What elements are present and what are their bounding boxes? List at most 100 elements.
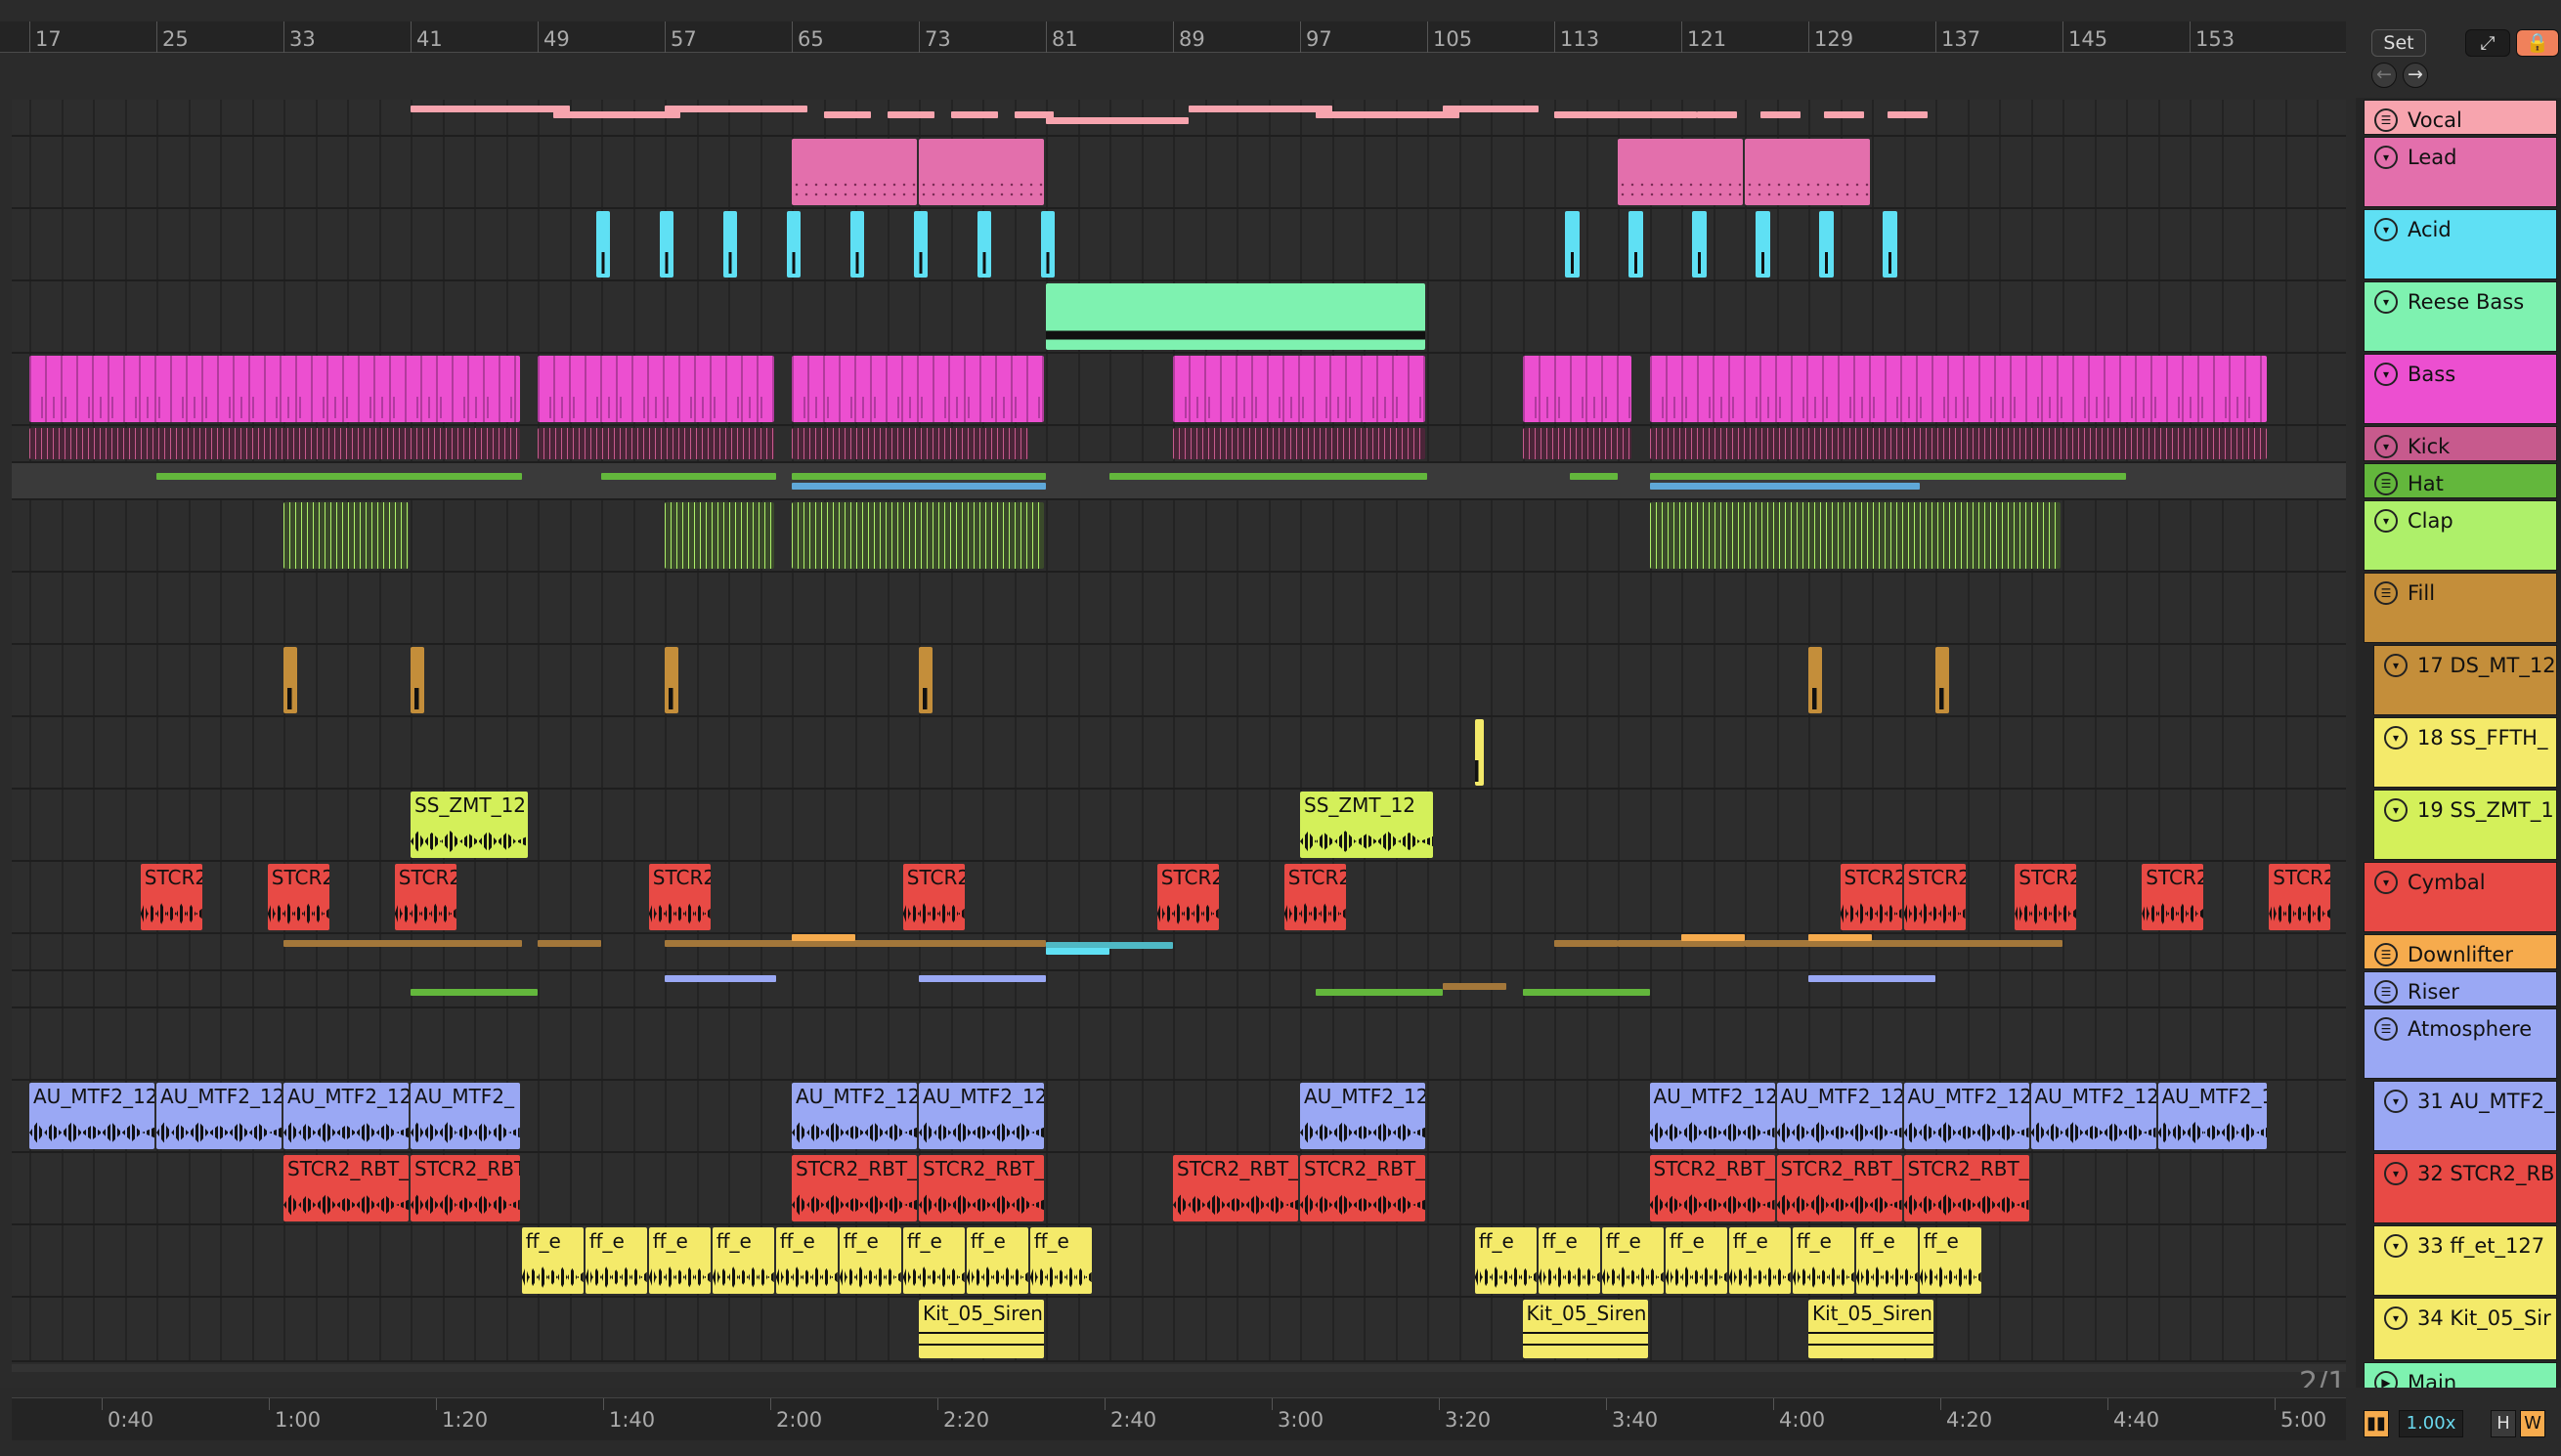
clip[interactable]: Kit_05_Siren: [1808, 1300, 1933, 1358]
clip[interactable]: [919, 647, 933, 713]
automation-clip[interactable]: [1109, 473, 1427, 480]
automation-clip[interactable]: [601, 473, 776, 480]
clip[interactable]: ff_e: [1665, 1227, 1727, 1294]
clip[interactable]: STCR2_RBT_: [1776, 1155, 1902, 1221]
group-icon[interactable]: ☰: [2374, 472, 2398, 495]
clip[interactable]: STCR2: [140, 864, 202, 930]
track-lane[interactable]: [12, 971, 2346, 1008]
clip[interactable]: ff_e: [648, 1227, 711, 1294]
clip[interactable]: [1041, 211, 1056, 278]
track-header[interactable]: ☰ Downlifter: [2364, 934, 2557, 969]
group-icon[interactable]: ☰: [2374, 980, 2398, 1004]
automation-clip[interactable]: [1649, 483, 1920, 490]
forward-arrow-icon[interactable]: →: [2403, 63, 2428, 88]
automation-clip[interactable]: [1554, 940, 1618, 947]
fold-icon[interactable]: ▾: [2384, 798, 2408, 822]
clip[interactable]: [596, 211, 611, 278]
clip[interactable]: AU_MTF2_: [411, 1083, 520, 1149]
clip[interactable]: STCR2: [2269, 864, 2331, 930]
track-header[interactable]: ▾ 17 DS_MT_12: [2373, 645, 2557, 715]
clip[interactable]: ff_e: [1792, 1227, 1854, 1294]
clip[interactable]: [723, 211, 738, 278]
clip[interactable]: STCR2: [1840, 864, 1902, 930]
clip[interactable]: ff_e: [712, 1227, 774, 1294]
track-header[interactable]: ▾ Acid: [2364, 209, 2557, 279]
clip[interactable]: [1628, 211, 1643, 278]
clip[interactable]: ff_e: [521, 1227, 584, 1294]
automation-clip[interactable]: [553, 111, 681, 118]
w-button[interactable]: W: [2520, 1410, 2545, 1437]
track-lane[interactable]: [12, 209, 2346, 281]
fold-icon[interactable]: ▾: [2384, 1306, 2408, 1330]
clip[interactable]: STCR2_RBT_: [283, 1155, 409, 1221]
clip[interactable]: AU_MTF2_12: [2157, 1083, 2268, 1149]
clip[interactable]: STCR2_RBT_: [1173, 1155, 1298, 1221]
group-icon[interactable]: ☰: [2374, 1017, 2398, 1041]
automation-clip[interactable]: [1554, 111, 1698, 118]
clip[interactable]: [919, 139, 1044, 205]
clip[interactable]: AU_MTF2_12: [792, 1083, 917, 1149]
clip[interactable]: [1474, 719, 1485, 786]
automation-clip[interactable]: [1443, 106, 1539, 112]
clip[interactable]: ff_e: [1728, 1227, 1791, 1294]
time-ruler[interactable]: 0:40 1:00 1:20 1:40 2:00 2:20 2:40 3:00 3:20 3:40…: [12, 1397, 2346, 1440]
clip[interactable]: [977, 211, 992, 278]
track-lane[interactable]: [12, 137, 2346, 209]
clip[interactable]: STCR2: [1903, 864, 1966, 930]
clip[interactable]: [1173, 356, 1425, 422]
track-header[interactable]: ▾ Reese Bass: [2364, 281, 2557, 352]
clip[interactable]: [1522, 356, 1632, 422]
automation-clip[interactable]: [665, 106, 808, 112]
clip[interactable]: [1173, 428, 1425, 459]
lock-icon[interactable]: 🔒: [2516, 29, 2559, 57]
track-lane[interactable]: [12, 790, 2346, 862]
clip[interactable]: [665, 502, 774, 569]
automation-clip[interactable]: [1618, 940, 1745, 947]
clip[interactable]: [1565, 211, 1580, 278]
track-header[interactable]: ☰ Atmosphere: [2364, 1008, 2557, 1079]
automation-clip[interactable]: [1808, 934, 1872, 941]
clip[interactable]: STCR2: [902, 864, 965, 930]
automation-clip[interactable]: [919, 975, 1046, 982]
automation-clip[interactable]: [1046, 948, 1109, 955]
fold-icon[interactable]: ▾: [2384, 1162, 2408, 1185]
track-header[interactable]: ☰ Riser: [2364, 971, 2557, 1006]
clip[interactable]: [1649, 428, 2268, 459]
clip[interactable]: [1649, 356, 2268, 422]
automation-clip[interactable]: [1681, 934, 1745, 941]
automation-clip[interactable]: [156, 473, 522, 480]
clip[interactable]: [914, 211, 929, 278]
clip[interactable]: STCR2_RBT_: [411, 1155, 520, 1221]
track-header[interactable]: ☰ Hat: [2364, 463, 2557, 498]
track-lane[interactable]: [12, 717, 2346, 790]
clip[interactable]: SS_ZMT_12: [1300, 792, 1434, 858]
clip[interactable]: ff_e: [775, 1227, 838, 1294]
track-lane[interactable]: [12, 1008, 2346, 1081]
clip[interactable]: STCR2: [2015, 864, 2077, 930]
group-icon[interactable]: ☰: [2374, 108, 2398, 132]
track-header[interactable]: ▾ Lead: [2364, 137, 2557, 207]
arrangement-lanes[interactable]: SS_ZMT_12 SS_ZMT_12 STCR2 STCR2 STCR2 STCR2 ST…: [12, 100, 2346, 1397]
clip[interactable]: [283, 502, 409, 569]
clip[interactable]: [29, 428, 520, 459]
clip[interactable]: [1756, 211, 1770, 278]
expand-icon[interactable]: ⤢: [2465, 29, 2510, 57]
track-header[interactable]: ▾ 32 STCR2_RB: [2373, 1153, 2557, 1223]
automation-clip[interactable]: [1443, 983, 1507, 990]
track-lane[interactable]: [12, 1225, 2346, 1298]
clip[interactable]: [792, 502, 1044, 569]
automation-clip[interactable]: [1189, 106, 1332, 112]
track-header[interactable]: ▾ 18 SS_FFTH_: [2373, 717, 2557, 788]
fold-icon[interactable]: ▾: [2374, 146, 2398, 169]
clip[interactable]: [660, 211, 674, 278]
clip[interactable]: STCR2_RBT_: [1903, 1155, 2029, 1221]
fold-icon[interactable]: ▾: [2374, 363, 2398, 386]
track-lane[interactable]: [12, 573, 2346, 645]
clip[interactable]: [1745, 139, 1870, 205]
track-header[interactable]: ▾ Kick: [2364, 426, 2557, 461]
clip[interactable]: AU_MTF2_12: [2030, 1083, 2156, 1149]
track-header[interactable]: ▾ Cymbal: [2364, 862, 2557, 932]
fold-icon[interactable]: ▾: [2374, 509, 2398, 533]
automation-clip[interactable]: [1316, 989, 1444, 996]
clip[interactable]: ff_e: [839, 1227, 901, 1294]
